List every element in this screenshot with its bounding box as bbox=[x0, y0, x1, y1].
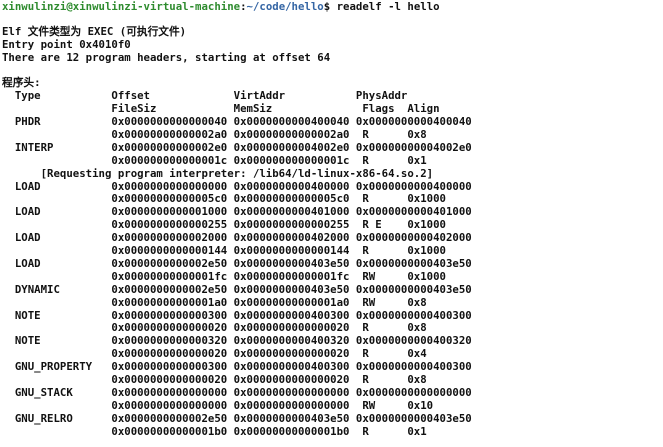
table-row: 0x0000000000000020 0x0000000000000020 R … bbox=[2, 373, 427, 386]
table-row: GNU_STACK 0x0000000000000000 0x000000000… bbox=[2, 385, 472, 399]
table-row: 0x000000000000001c 0x000000000000001c R … bbox=[2, 153, 427, 167]
table-row: 0x00000000000001fc 0x00000000000001fc RW… bbox=[2, 269, 446, 283]
table-row: 0x0000000000000000 0x0000000000000000 RW… bbox=[2, 398, 434, 412]
table-row: 0x0000000000000020 0x0000000000000020 R … bbox=[2, 321, 427, 335]
table-row: PHDR 0x0000000000000040 0x00000000004000… bbox=[2, 115, 472, 128]
table-row: 0x0000000000000255 0x0000000000000255 R … bbox=[2, 218, 446, 232]
table-row: 0x00000000000005c0 0x00000000000005c0 R … bbox=[2, 192, 446, 206]
header-row-2: FileSiz MemSiz Flags Align bbox=[2, 102, 440, 115]
command-text: readelf -l hello bbox=[336, 0, 440, 13]
summary-line: There are 12 program headers, starting a… bbox=[2, 51, 331, 64]
prompt-line: xinwulinzi@xinwulinzi-virtual-machine:~/… bbox=[2, 0, 440, 13]
table-row: GNU_PROPERTY 0x0000000000000300 0x000000… bbox=[2, 360, 472, 374]
prompt-symbol: $ bbox=[323, 0, 337, 13]
table-row: 0x00000000000002a0 0x00000000000002a0 R … bbox=[2, 127, 427, 141]
header-row-1: Type Offset VirtAddr PhysAddr bbox=[2, 89, 408, 102]
terminal-window[interactable]: xinwulinzi@xinwulinzi-virtual-machine:~/… bbox=[0, 0, 663, 447]
table-row: LOAD 0x0000000000002000 0x00000000004020… bbox=[2, 231, 472, 245]
table-row: GNU_RELRO 0x0000000000002e50 0x000000000… bbox=[2, 411, 472, 425]
prompt-user-host: xinwulinzi@xinwulinzi-virtual-machine bbox=[2, 0, 241, 13]
table-row: [Requesting program interpreter: /lib64/… bbox=[2, 166, 434, 180]
table-row: INTERP 0x00000000000002e0 0x000000000040… bbox=[2, 140, 472, 154]
table-row: 0x0000000000000020 0x0000000000000020 R … bbox=[2, 347, 427, 361]
section-title: 程序头: bbox=[2, 76, 41, 89]
table-row: 0x00000000000001a0 0x00000000000001a0 RW… bbox=[2, 295, 427, 309]
table-row: NOTE 0x0000000000000300 0x00000000004003… bbox=[2, 308, 472, 322]
prompt-path: ~/code/hello bbox=[246, 0, 324, 13]
entry-point-line: Entry point 0x4010f0 bbox=[2, 38, 131, 51]
table-row: NOTE 0x0000000000000320 0x00000000004003… bbox=[2, 334, 472, 348]
table-row: 0x00000000000001b0 0x00000000000001b0 R … bbox=[2, 424, 427, 438]
table-row: DYNAMIC 0x0000000000002e50 0x00000000004… bbox=[2, 282, 472, 296]
table-row: LOAD 0x0000000000001000 0x00000000004010… bbox=[2, 205, 472, 219]
elf-type-line: Elf 文件类型为 EXEC (可执行文件) bbox=[2, 25, 187, 38]
table-row: 0x0000000000000144 0x0000000000000144 R … bbox=[2, 244, 446, 257]
table-row: LOAD 0x0000000000002e50 0x0000000000403e… bbox=[2, 256, 472, 270]
table-row: LOAD 0x0000000000000000 0x00000000004000… bbox=[2, 179, 472, 193]
